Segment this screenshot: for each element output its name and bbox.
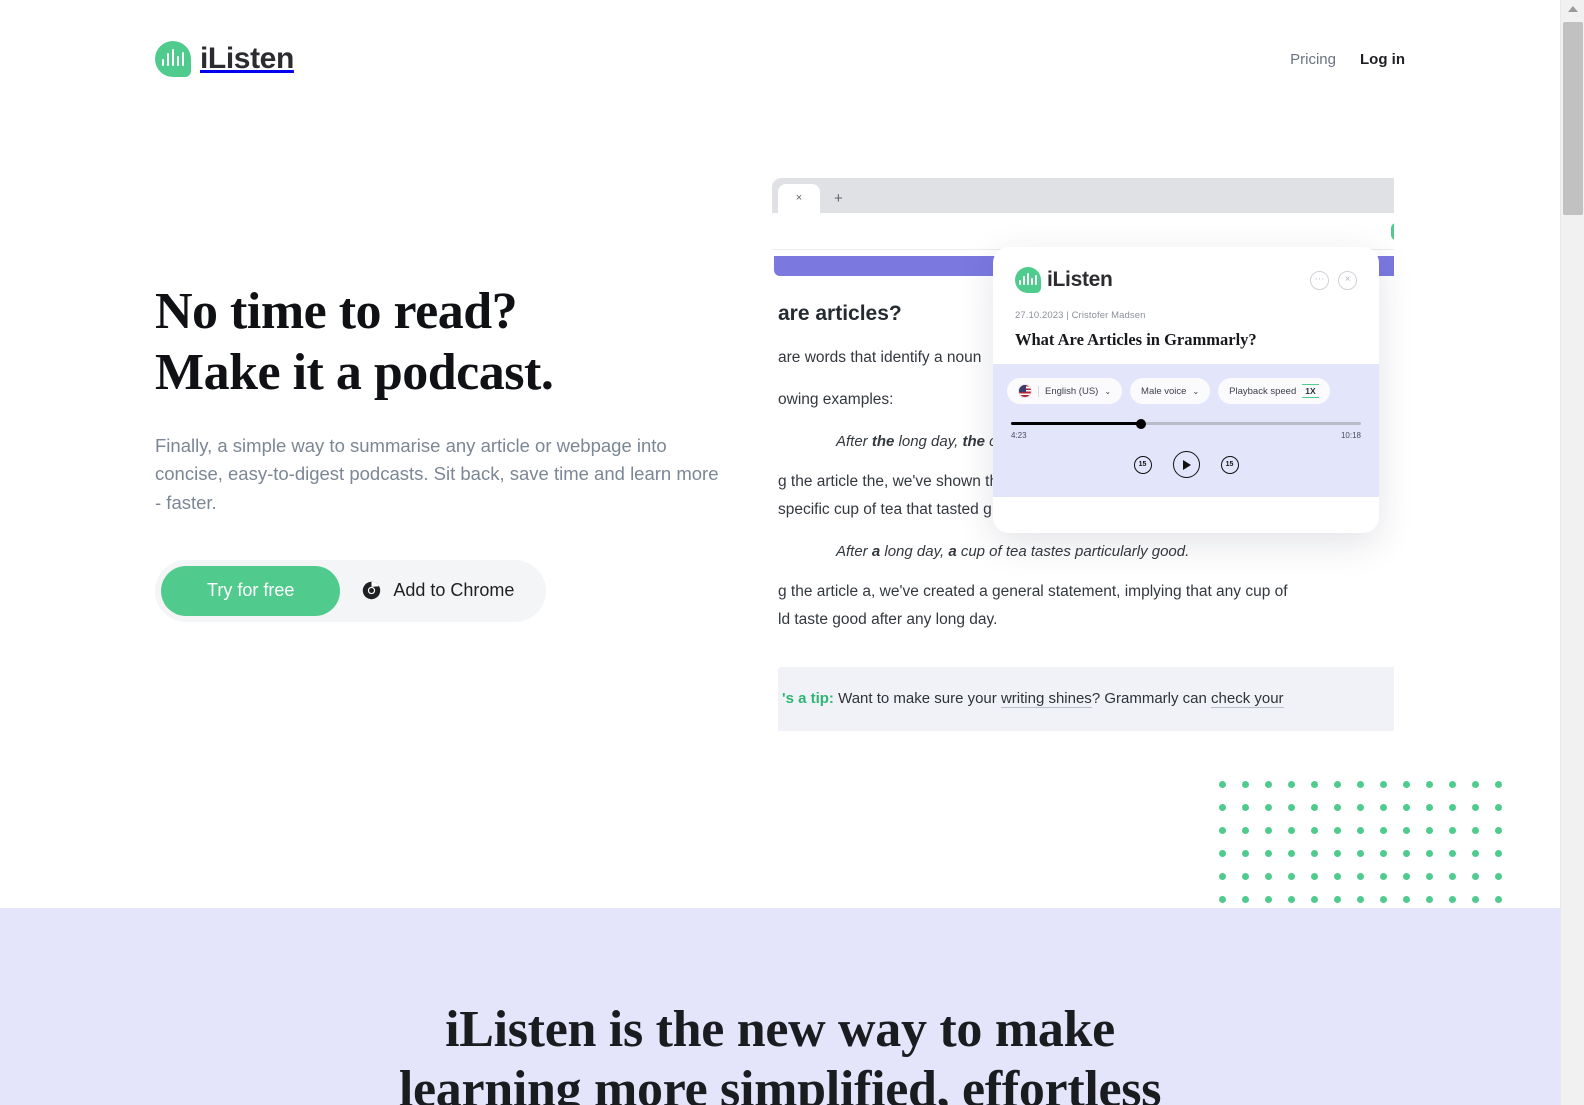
article-text: g the article a, we've created a general… <box>778 583 1288 601</box>
cta-group: Try for free Add to Chrome <box>155 559 547 622</box>
tip-text: Want to make sure your <box>833 690 1001 708</box>
voice-value: Male voice <box>1141 385 1187 397</box>
tip-text: ? Grammarly can <box>1091 690 1212 708</box>
more-options-icon[interactable]: ⋯ <box>1310 270 1329 290</box>
progress-area: 4:23 10:18 <box>1007 418 1365 440</box>
progress-slider[interactable] <box>1011 418 1361 429</box>
article-text: owing examples: <box>778 390 894 408</box>
scroll-up-arrow-icon[interactable] <box>1567 6 1578 12</box>
new-tab-icon[interactable]: + <box>834 191 843 206</box>
progress-fill <box>1011 422 1141 425</box>
article-text: g the article the, we've shown th <box>778 473 999 491</box>
player-article-title: What Are Articles in Grammarly? <box>1015 330 1257 349</box>
example-text: After <box>836 433 872 451</box>
extension-icon[interactable] <box>1391 222 1394 240</box>
voice-selector[interactable]: Male voice ⌄ <box>1130 378 1211 404</box>
language-value: English (US) <box>1045 385 1099 397</box>
try-for-free-button[interactable]: Try for free <box>161 565 341 616</box>
article-paragraph-3: g the article a, we've created a general… <box>778 578 1394 633</box>
decorative-dot-grid <box>1219 781 1518 919</box>
rewind-15-icon[interactable]: 15 <box>1133 455 1152 474</box>
chevron-down-icon: ⌄ <box>1192 386 1200 396</box>
landing-page: iListen Pricing Log in No time to read? … <box>0 0 1560 1105</box>
ilisten-waveform-icon <box>155 41 191 77</box>
site-header: iListen Pricing Log in <box>0 0 1560 118</box>
example-text: cup of tea tastes particularly good. <box>956 543 1190 561</box>
example-text: After <box>836 543 872 561</box>
article-text: are words that identify a noun <box>778 349 982 366</box>
value-prop-title: iListen is the new way to make learning … <box>0 1000 1560 1105</box>
article-text: ld taste good after any long day. <box>778 610 998 628</box>
page-scrollbar[interactable] <box>1560 0 1584 1105</box>
tab-close-icon[interactable]: × <box>796 193 802 204</box>
article-example-2: After a long day, a cup of tea tastes pa… <box>836 543 1394 560</box>
progress-knob[interactable] <box>1135 418 1146 429</box>
example-bold: the <box>871 433 895 451</box>
current-time: 4:23 <box>1011 431 1027 440</box>
brand-name: iListen <box>200 42 294 75</box>
ilisten-player-widget: iListen ⋯ × 27.10.2023 | Cristofer Madse… <box>993 247 1379 533</box>
add-to-chrome-label: Add to Chrome <box>393 580 515 601</box>
tip-link[interactable]: check your <box>1211 690 1284 709</box>
total-time: 10:18 <box>1340 431 1361 440</box>
example-bold: the <box>962 433 985 451</box>
browser-tab[interactable]: × <box>778 184 820 213</box>
play-icon <box>1183 459 1191 470</box>
tip-callout: 's a tip: Want to make sure your writing… <box>778 667 1394 731</box>
us-flag-icon <box>1018 384 1032 398</box>
chevron-down-icon: ⌄ <box>1104 386 1112 396</box>
tip-label: 's a tip: <box>782 690 834 708</box>
hero-title-line-1: No time to read? <box>155 283 518 340</box>
tip-link[interactable]: writing shines <box>1000 690 1092 709</box>
language-selector[interactable]: English (US) ⌄ <box>1007 378 1123 404</box>
playback-speed-label: Playback speed <box>1229 385 1297 397</box>
main-nav: Pricing Log in <box>1290 51 1405 68</box>
playback-speed-selector[interactable]: Playback speed 1X <box>1218 378 1330 404</box>
player-controls: English (US) ⌄ Male voice ⌄ Playback spe… <box>993 364 1379 497</box>
hero-title-line-2: Make it a podcast. <box>155 343 554 401</box>
browser-tabbar: × + <box>772 178 1394 213</box>
transport-controls: 15 15 <box>1007 451 1365 478</box>
hero-subtitle: Finally, a simple way to summarise any a… <box>155 434 719 513</box>
playback-speed-value: 1X <box>1302 384 1319 398</box>
value-prop-line-1: iListen is the new way to make <box>445 1001 1115 1058</box>
example-text: long day, <box>880 543 949 561</box>
example-bold: a <box>871 543 881 561</box>
chrome-icon <box>363 581 381 600</box>
divider <box>1038 385 1039 397</box>
add-to-chrome-button[interactable]: Add to Chrome <box>340 566 540 616</box>
ilisten-waveform-icon <box>1015 267 1041 293</box>
player-brand: iListen <box>1015 267 1113 293</box>
article-text: specific cup of tea that tasted g <box>778 500 992 518</box>
nav-login[interactable]: Log in <box>1360 51 1405 68</box>
example-text: long day, <box>894 433 963 451</box>
player-article-meta: 27.10.2023 | Cristofer Madsen <box>1015 310 1146 321</box>
nav-pricing[interactable]: Pricing <box>1290 51 1336 68</box>
forward-15-icon[interactable]: 15 <box>1220 455 1239 474</box>
value-prop-line-2: learning more simplified, effortless <box>398 1061 1162 1105</box>
hero-copy: No time to read? Make it a podcast. Fina… <box>155 282 755 622</box>
player-header: iListen ⋯ × 27.10.2023 | Cristofer Madse… <box>993 247 1379 364</box>
player-brand-name: iListen <box>1047 268 1113 291</box>
page-title: No time to read? Make it a podcast. <box>155 282 755 404</box>
scrollbar-thumb[interactable] <box>1563 22 1583 215</box>
brand-logo[interactable]: iListen <box>155 41 294 77</box>
play-button[interactable] <box>1172 451 1200 478</box>
close-icon[interactable]: × <box>1338 270 1357 290</box>
example-bold: a <box>948 543 957 561</box>
browser-toolbar: ⋮ <box>772 213 1394 250</box>
